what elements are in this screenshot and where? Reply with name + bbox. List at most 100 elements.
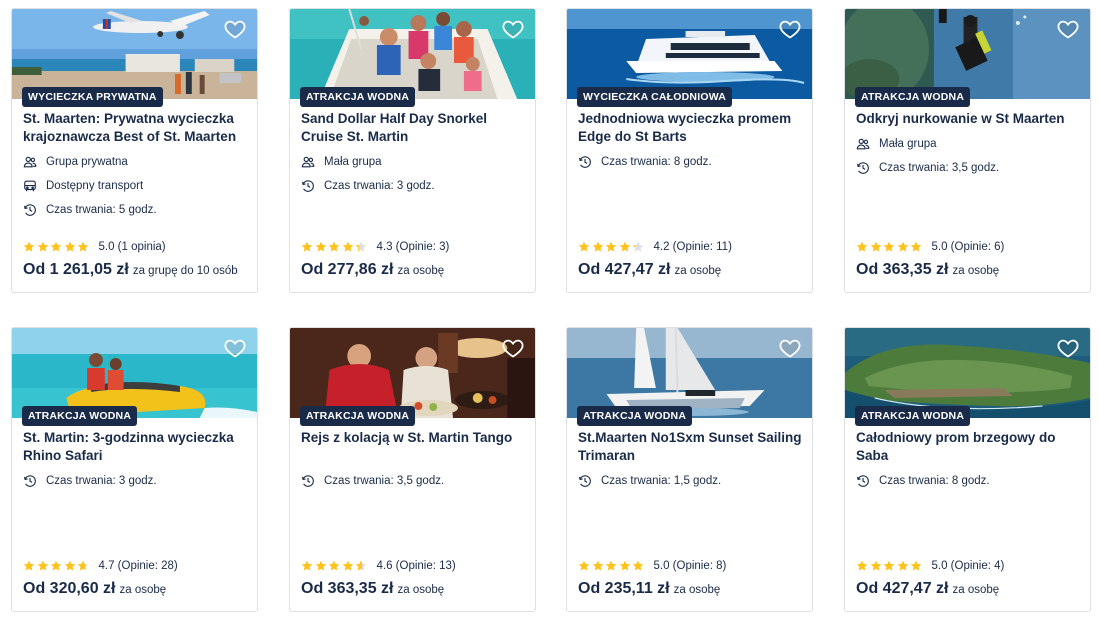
activity-photo[interactable] [12, 328, 257, 418]
activity-title[interactable]: Odkryj nurkowanie w St Maarten [856, 110, 1080, 128]
rating-star [328, 241, 340, 252]
feature-item: Czas trwania: 8 godz. [856, 469, 1082, 493]
rating-star [355, 241, 367, 252]
activity-card[interactable]: WYCIECZKA CAŁODNIOWA Jednodniowa wycieczk… [566, 8, 813, 293]
activity-card[interactable]: ATRAKCJA WODNA Odkryj nurkowanie w St Maa… [844, 8, 1091, 293]
rating-star [578, 560, 590, 571]
rating-star [592, 241, 603, 252]
rating-star [77, 560, 89, 571]
activity-card[interactable]: ATRAKCJA WODNA Całodniowy prom brzegowy d… [844, 327, 1091, 612]
rating-text: 4.3 (Opinie: 3) [376, 241, 450, 253]
activity-title[interactable]: Sand Dollar Half Day Snorkel Cruise St. … [301, 110, 525, 146]
activity-title[interactable]: St.Maarten No1Sxm Sunset Sailing Trimara… [578, 429, 802, 465]
wishlist-heart-icon[interactable] [223, 336, 247, 360]
wishlist-heart-icon[interactable] [1056, 17, 1080, 41]
activity-card[interactable]: WYCIECZKA PRYWATNA St. Maarten: Prywatna … [11, 8, 258, 293]
rating-star [64, 241, 75, 252]
rating-star [883, 560, 895, 571]
rating: 5.0 (Opinie: 6) [856, 241, 1004, 253]
clock-icon [23, 203, 37, 217]
rating-star [856, 560, 868, 571]
rating: 5.0 (Opinie: 4) [856, 560, 1004, 572]
rating: 5.0 (1 opinia) [23, 241, 166, 253]
activity-photo[interactable] [290, 328, 535, 418]
rating-star [23, 241, 35, 252]
wishlist-heart-icon[interactable] [778, 17, 802, 41]
activity-photo[interactable] [12, 9, 257, 99]
rating-star [50, 241, 62, 252]
feature-item: Mała grupa [301, 150, 527, 174]
feature-list: Mała grupa Czas trwania: 3 godz. [301, 150, 527, 198]
feature-list: Mała grupa Czas trwania: 3,5 godz. [856, 132, 1082, 180]
feature-item: Czas trwania: 3,5 godz. [856, 156, 1082, 180]
category-badge: WYCIECZKA CAŁODNIOWA [577, 87, 733, 107]
activity-photo[interactable] [567, 328, 812, 418]
rating-star [632, 241, 644, 252]
price-unit: za osobę [952, 265, 1000, 277]
activity-grid: WYCIECZKA PRYWATNA St. Maarten: Prywatna … [0, 0, 1099, 618]
clock-icon [301, 179, 315, 193]
clock-icon [23, 474, 37, 488]
activity-title[interactable]: Całodniowy prom brzegowy do Saba [856, 429, 1080, 465]
rating-star [910, 560, 922, 571]
rating: 5.0 (Opinie: 8) [578, 560, 726, 572]
rating-star [897, 560, 908, 571]
star-rating [856, 560, 924, 572]
rating-star [856, 241, 868, 252]
activity-photo[interactable] [845, 328, 1090, 418]
category-badge: ATRAKCJA WODNA [855, 406, 971, 426]
price-unit: za osobę [952, 584, 1000, 596]
rating-star [342, 241, 353, 252]
rating-star [50, 560, 62, 571]
price-amount: Od 1 261,05 zł [23, 261, 129, 278]
wishlist-heart-icon[interactable] [501, 336, 525, 360]
category-badge: ATRAKCJA WODNA [300, 87, 416, 107]
rating-star [619, 241, 630, 252]
rating-star [619, 560, 630, 571]
star-rating [578, 560, 646, 572]
feature-item: Czas trwania: 5 godz. [23, 198, 249, 222]
price: Od 427,47 zł za osobę [578, 261, 721, 279]
category-badge: ATRAKCJA WODNA [855, 87, 971, 107]
rating: 4.7 (Opinie: 28) [23, 560, 178, 572]
wishlist-heart-icon[interactable] [778, 336, 802, 360]
category-badge: ATRAKCJA WODNA [577, 406, 693, 426]
activity-title[interactable]: Jednodniowa wycieczka promem Edge do St … [578, 110, 802, 146]
price-unit: za osobę [673, 584, 721, 596]
feature-text: Grupa prywatna [46, 156, 128, 168]
star-rating [23, 560, 91, 572]
activity-photo[interactable] [290, 9, 535, 99]
activity-card[interactable]: ATRAKCJA WODNA St. Martin: 3-godzinna wyc… [11, 327, 258, 612]
activity-photo[interactable] [567, 9, 812, 99]
price-unit: za osobę [397, 584, 445, 596]
price-unit: za osobę [397, 265, 445, 277]
feature-text: Czas trwania: 1,5 godz. [601, 475, 722, 487]
price: Od 1 261,05 zł za grupę do 10 osób [23, 261, 238, 279]
feature-text: Czas trwania: 3,5 godz. [324, 475, 445, 487]
price: Od 363,35 zł za osobę [301, 580, 444, 598]
category-badge: ATRAKCJA WODNA [300, 406, 416, 426]
activity-title[interactable]: St. Martin: 3-godzinna wycieczka Rhino S… [23, 429, 247, 465]
rating-star [605, 241, 617, 252]
activity-title[interactable]: St. Maarten: Prywatna wycieczka krajozna… [23, 110, 247, 146]
activity-photo[interactable] [845, 9, 1090, 99]
feature-text: Czas trwania: 8 godz. [601, 156, 712, 168]
wishlist-heart-icon[interactable] [501, 17, 525, 41]
wishlist-heart-icon[interactable] [223, 17, 247, 41]
price-amount: Od 427,47 zł [578, 261, 671, 278]
rating-star [315, 560, 326, 571]
star-rating [578, 241, 646, 253]
wishlist-heart-icon[interactable] [1056, 336, 1080, 360]
activity-card[interactable]: ATRAKCJA WODNA Rejs z kolacją w St. Marti… [289, 327, 536, 612]
price-amount: Od 363,35 zł [301, 580, 394, 597]
feature-item: Czas trwania: 3 godz. [301, 174, 527, 198]
activity-card[interactable]: ATRAKCJA WODNA Sand Dollar Half Day Snork… [289, 8, 536, 293]
price-amount: Od 363,35 zł [856, 261, 949, 278]
rating: 4.3 (Opinie: 3) [301, 241, 449, 253]
rating: 4.2 (Opinie: 11) [578, 241, 732, 253]
rating-star [883, 241, 895, 252]
rating-star [77, 241, 89, 252]
activity-card[interactable]: ATRAKCJA WODNA St.Maarten No1Sxm Sunset S… [566, 327, 813, 612]
activity-title[interactable]: Rejs z kolacją w St. Martin Tango [301, 429, 525, 447]
price: Od 427,47 zł za osobę [856, 580, 999, 598]
